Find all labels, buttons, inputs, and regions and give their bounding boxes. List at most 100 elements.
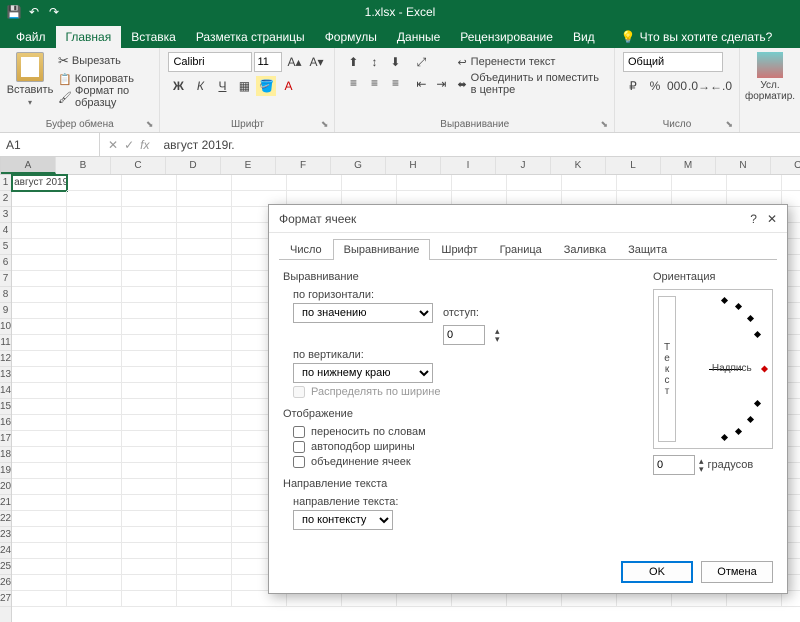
- row-header-12[interactable]: 12: [0, 351, 11, 367]
- row-header-26[interactable]: 26: [0, 575, 11, 591]
- cell[interactable]: [12, 543, 67, 559]
- cell[interactable]: [67, 175, 122, 191]
- cell[interactable]: [122, 447, 177, 463]
- cell[interactable]: [12, 479, 67, 495]
- cell[interactable]: [342, 175, 397, 191]
- cell[interactable]: [397, 175, 452, 191]
- cell[interactable]: [67, 351, 122, 367]
- cell[interactable]: [12, 271, 67, 287]
- cell[interactable]: [177, 207, 232, 223]
- cell[interactable]: [12, 575, 67, 591]
- cell[interactable]: [67, 543, 122, 559]
- cell[interactable]: [177, 383, 232, 399]
- conditional-format-button[interactable]: Усл. форматир.: [748, 52, 792, 102]
- formula-input[interactable]: август 2019г.: [157, 138, 800, 152]
- dlg-tab-number[interactable]: Число: [279, 239, 333, 260]
- tab-layout[interactable]: Разметка страницы: [186, 26, 315, 48]
- degrees-spinner[interactable]: [653, 455, 695, 475]
- cell[interactable]: [12, 303, 67, 319]
- cell[interactable]: [177, 175, 232, 191]
- align-left-icon[interactable]: ≡: [343, 73, 363, 93]
- align-bottom-icon[interactable]: ⬇: [385, 52, 405, 72]
- cell[interactable]: [67, 463, 122, 479]
- cell[interactable]: [122, 351, 177, 367]
- cell[interactable]: [12, 431, 67, 447]
- cell[interactable]: [67, 319, 122, 335]
- orientation-vertical-button[interactable]: Текст: [658, 296, 676, 442]
- font-color-button[interactable]: A: [278, 76, 298, 96]
- percent-icon[interactable]: %: [645, 76, 665, 96]
- row-header-2[interactable]: 2: [0, 191, 11, 207]
- cell[interactable]: [562, 175, 617, 191]
- orientation-control[interactable]: Текст Надпись: [653, 289, 773, 449]
- cell[interactable]: [12, 399, 67, 415]
- row-header-17[interactable]: 17: [0, 431, 11, 447]
- indent-spinner[interactable]: [443, 325, 485, 345]
- cell[interactable]: [177, 335, 232, 351]
- row-header-3[interactable]: 3: [0, 207, 11, 223]
- align-middle-icon[interactable]: ↕: [364, 52, 384, 72]
- row-header-20[interactable]: 20: [0, 479, 11, 495]
- col-header-M[interactable]: M: [661, 157, 716, 174]
- cell[interactable]: [12, 207, 67, 223]
- cell[interactable]: [122, 383, 177, 399]
- cell[interactable]: август 2019г.: [12, 175, 67, 191]
- cell[interactable]: [12, 223, 67, 239]
- cell[interactable]: [177, 303, 232, 319]
- row-header-10[interactable]: 10: [0, 319, 11, 335]
- border-button[interactable]: ▦: [234, 76, 254, 96]
- cell[interactable]: [177, 255, 232, 271]
- cell[interactable]: [177, 479, 232, 495]
- cell[interactable]: [177, 495, 232, 511]
- dialog-launcher-icon[interactable]: ⬊: [600, 119, 608, 130]
- cell[interactable]: [67, 271, 122, 287]
- col-header-I[interactable]: I: [441, 157, 496, 174]
- dialog-launcher-icon[interactable]: ⬊: [725, 119, 733, 130]
- cell[interactable]: [12, 319, 67, 335]
- cell[interactable]: [122, 399, 177, 415]
- cell[interactable]: [12, 415, 67, 431]
- cell[interactable]: [122, 223, 177, 239]
- save-icon[interactable]: 💾: [6, 4, 22, 20]
- horiz-align-select[interactable]: по значению: [293, 303, 433, 323]
- cell[interactable]: [67, 335, 122, 351]
- cell[interactable]: [67, 399, 122, 415]
- underline-button[interactable]: Ч: [212, 76, 232, 96]
- cell[interactable]: [67, 191, 122, 207]
- cell[interactable]: [67, 415, 122, 431]
- col-header-H[interactable]: H: [386, 157, 441, 174]
- cell[interactable]: [12, 559, 67, 575]
- dlg-tab-fill[interactable]: Заливка: [553, 239, 617, 260]
- font-name-select[interactable]: [168, 52, 252, 72]
- cell[interactable]: [12, 511, 67, 527]
- cell[interactable]: [672, 175, 727, 191]
- cell[interactable]: [67, 431, 122, 447]
- cell[interactable]: [67, 447, 122, 463]
- dlg-tab-alignment[interactable]: Выравнивание: [333, 239, 431, 260]
- cell[interactable]: [122, 191, 177, 207]
- cell[interactable]: [122, 591, 177, 607]
- cell[interactable]: [122, 271, 177, 287]
- enter-formula-icon[interactable]: ✓: [124, 138, 134, 152]
- col-header-D[interactable]: D: [166, 157, 221, 174]
- col-header-B[interactable]: B: [56, 157, 111, 174]
- tab-view[interactable]: Вид: [563, 26, 605, 48]
- row-header-8[interactable]: 8: [0, 287, 11, 303]
- cut-button[interactable]: ✂Вырезать: [58, 52, 151, 70]
- cell[interactable]: [232, 175, 287, 191]
- col-header-G[interactable]: G: [331, 157, 386, 174]
- col-header-K[interactable]: K: [551, 157, 606, 174]
- number-format-select[interactable]: [623, 52, 723, 72]
- cell[interactable]: [727, 175, 782, 191]
- fill-color-button[interactable]: 🪣: [256, 76, 276, 96]
- cell[interactable]: [67, 527, 122, 543]
- cell[interactable]: [67, 207, 122, 223]
- cell[interactable]: [12, 463, 67, 479]
- cell[interactable]: [67, 495, 122, 511]
- row-header-15[interactable]: 15: [0, 399, 11, 415]
- increase-indent-icon[interactable]: ⇥: [431, 74, 451, 94]
- cell[interactable]: [67, 511, 122, 527]
- row-header-9[interactable]: 9: [0, 303, 11, 319]
- cell[interactable]: [122, 479, 177, 495]
- cell[interactable]: [12, 527, 67, 543]
